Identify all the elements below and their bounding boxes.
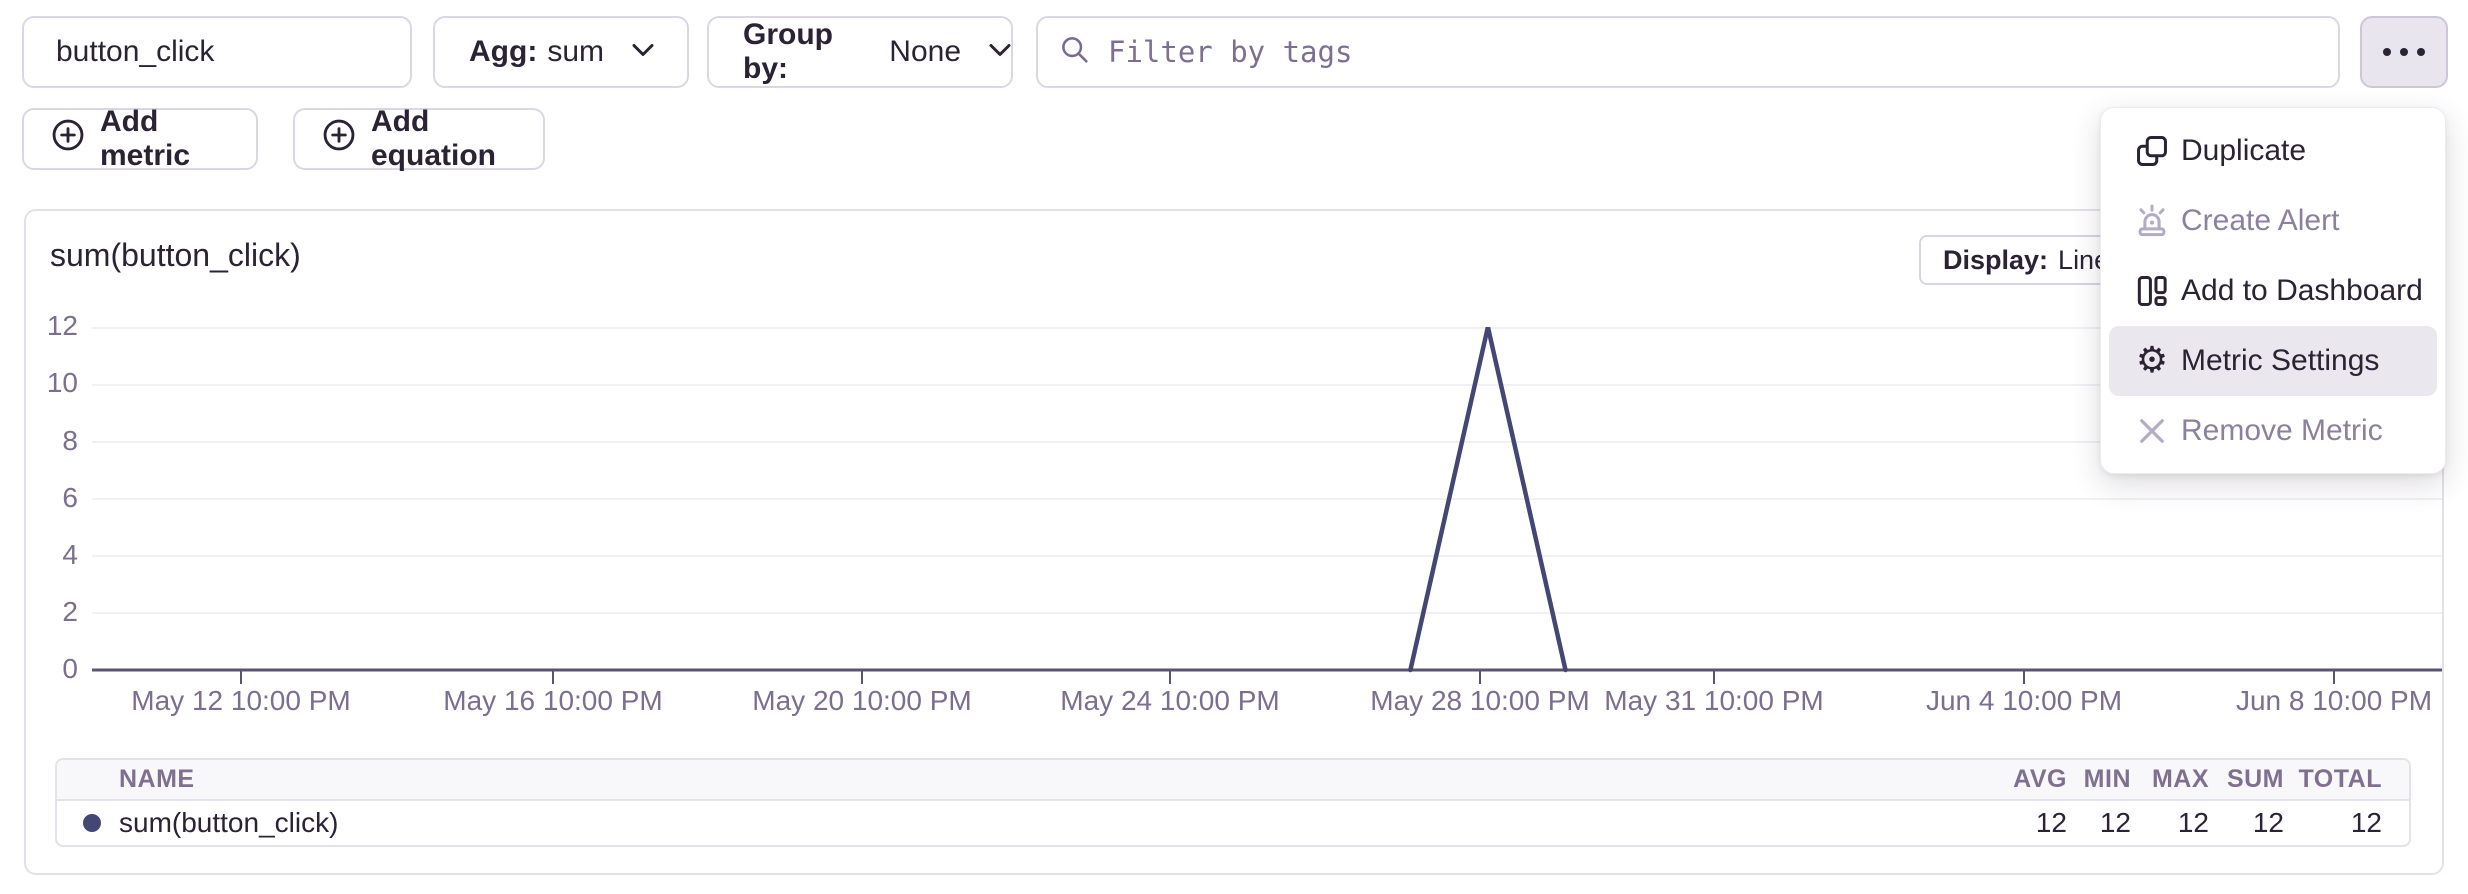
- duplicate-icon: [2133, 132, 2171, 170]
- col-header-total: TOTAL: [2284, 765, 2409, 794]
- menu-item-label: Create Alert: [2181, 204, 2339, 238]
- y-tick-label: 4: [26, 539, 78, 571]
- gridlines: [92, 328, 2442, 613]
- menu-item-create-alert: Create Alert: [2109, 186, 2437, 256]
- table-row[interactable]: sum(button_click) 12 12 12 12 12: [57, 801, 2409, 845]
- metrics-explorer: button_click Agg: sum Group by: None Fil…: [0, 0, 2468, 894]
- search-icon: [1058, 33, 1092, 72]
- alert-siren-icon: [2133, 202, 2171, 240]
- agg-dropdown[interactable]: Agg: sum: [433, 16, 689, 88]
- y-tick-label: 0: [26, 653, 78, 685]
- menu-item-remove-metric: Remove Metric: [2109, 396, 2437, 466]
- display-label: Display:: [1943, 245, 2048, 276]
- cell-max: 12: [2131, 807, 2209, 839]
- menu-item-add-to-dashboard[interactable]: Add to Dashboard: [2109, 256, 2437, 326]
- dashboard-icon: [2133, 272, 2171, 310]
- plus-circle-icon: [321, 117, 357, 161]
- group-by-value: None: [889, 35, 961, 69]
- col-header-min: MIN: [2067, 765, 2131, 794]
- add-equation-button[interactable]: Add equation: [293, 108, 545, 170]
- menu-item-duplicate[interactable]: Duplicate: [2109, 116, 2437, 186]
- x-tick-label: May 20 10:00 PM: [737, 685, 987, 717]
- x-tick-label: Jun 8 10:00 PM: [2209, 685, 2459, 717]
- menu-item-label: Add to Dashboard: [2181, 274, 2423, 308]
- cell-sum: 12: [2209, 807, 2284, 839]
- x-tick-label: May 31 10:00 PM: [1589, 685, 1839, 717]
- col-header-max: MAX: [2131, 765, 2209, 794]
- menu-item-label: Metric Settings: [2181, 344, 2379, 378]
- chart-title: sum(button_click): [50, 237, 301, 274]
- more-options-button[interactable]: [2360, 16, 2448, 88]
- metric-name-input[interactable]: button_click: [22, 16, 412, 88]
- agg-value: sum: [547, 35, 604, 69]
- metric-chart-panel: sum(button_click) Display: Line 12 10 8 …: [24, 209, 2444, 875]
- remove-x-icon: [2133, 412, 2171, 450]
- menu-item-label: Remove Metric: [2181, 414, 2383, 448]
- series-color-dot: [83, 814, 101, 832]
- y-tick-label: 6: [26, 482, 78, 514]
- cell-min: 12: [2067, 807, 2131, 839]
- add-metric-label: Add metric: [100, 105, 230, 173]
- x-tick-label: May 12 10:00 PM: [116, 685, 366, 717]
- chevron-down-icon: [632, 43, 654, 62]
- x-tick-label: May 28 10:00 PM: [1355, 685, 1605, 717]
- group-by-label: Group by:: [743, 18, 879, 86]
- group-by-dropdown[interactable]: Group by: None: [707, 16, 1013, 88]
- context-menu: Duplicate Create Alert Add: [2100, 107, 2446, 474]
- col-header-sum: SUM: [2209, 765, 2284, 794]
- add-metric-button[interactable]: Add metric: [22, 108, 258, 170]
- y-tick-label: 10: [26, 367, 78, 399]
- filter-by-tags-input[interactable]: Filter by tags: [1036, 16, 2340, 88]
- add-equation-label: Add equation: [371, 105, 517, 173]
- series-name: sum(button_click): [119, 807, 338, 839]
- filter-placeholder: Filter by tags: [1108, 35, 1352, 69]
- y-tick-label: 12: [26, 310, 78, 342]
- cell-avg: 12: [1937, 807, 2067, 839]
- x-axis-ticks: [241, 671, 2334, 684]
- line-chart-plot: [92, 327, 2442, 687]
- summary-table-header: NAME AVG MIN MAX SUM TOTAL: [57, 760, 2409, 801]
- menu-item-label: Duplicate: [2181, 134, 2306, 168]
- x-tick-label: Jun 4 10:00 PM: [1899, 685, 2149, 717]
- agg-label: Agg:: [469, 35, 537, 69]
- chevron-down-icon: [989, 43, 1011, 62]
- plus-circle-icon: [50, 117, 86, 161]
- y-tick-label: 8: [26, 425, 78, 457]
- col-header-name: NAME: [57, 765, 1937, 794]
- col-header-avg: AVG: [1937, 765, 2067, 794]
- ellipsis-icon: [2383, 48, 2391, 56]
- gear-icon: ⚙: [2133, 342, 2171, 380]
- y-tick-label: 2: [26, 596, 78, 628]
- x-tick-label: May 24 10:00 PM: [1045, 685, 1295, 717]
- menu-item-metric-settings[interactable]: ⚙ Metric Settings: [2109, 326, 2437, 396]
- metric-name-value: button_click: [56, 35, 214, 69]
- x-tick-label: May 16 10:00 PM: [428, 685, 678, 717]
- cell-total: 12: [2284, 807, 2409, 839]
- series-summary-table: NAME AVG MIN MAX SUM TOTAL sum(button_cl…: [55, 758, 2411, 847]
